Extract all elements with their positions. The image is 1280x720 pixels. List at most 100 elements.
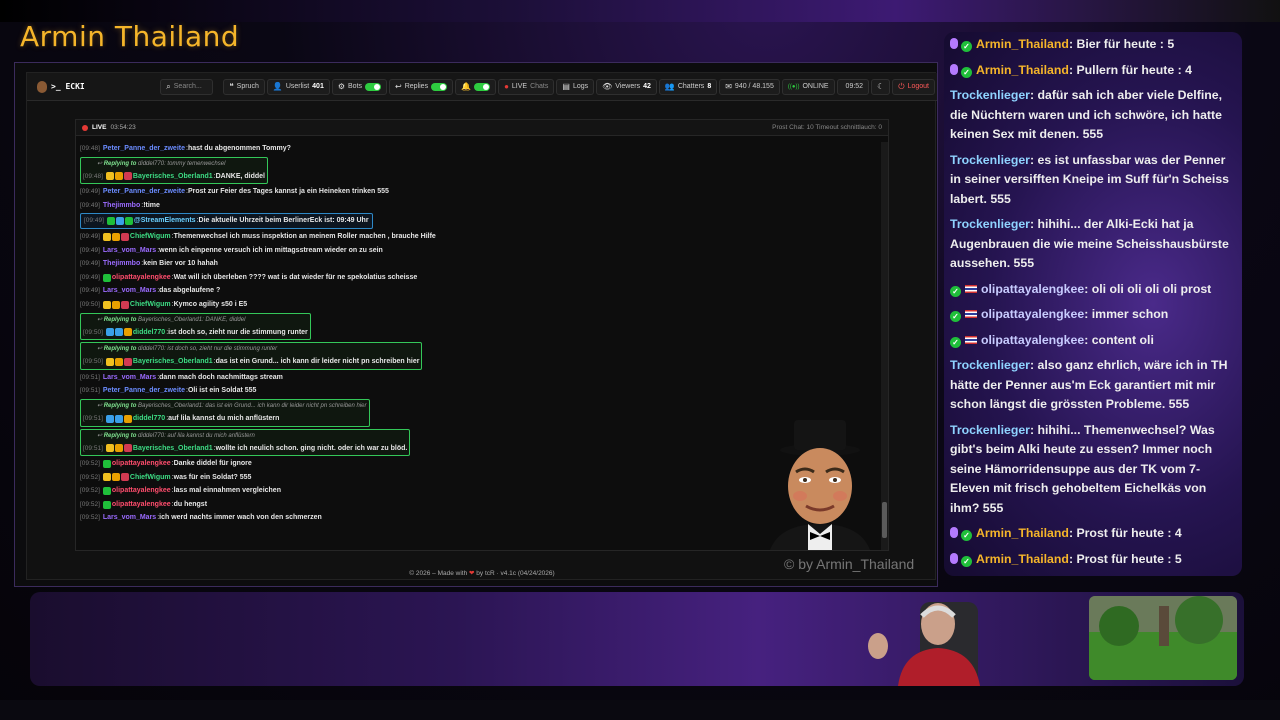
chat-username[interactable]: Bayerisches_Oberland1: [133, 442, 213, 456]
nav-item-bell-icon[interactable]: 🔔: [455, 78, 497, 95]
nav-item-online[interactable]: ((●)) ONLINE: [781, 78, 835, 95]
nav-item-label: Chatters: [677, 83, 705, 90]
user-badge-icon: [106, 217, 115, 226]
overlay-text: : Pullern für heute : 4: [1068, 62, 1192, 77]
chat-username[interactable]: @StreamElements: [134, 214, 196, 228]
chat-username[interactable]: olipattayalengkee: [112, 498, 171, 512]
user-badge-icon: [102, 473, 111, 482]
user-badge-icon: [123, 357, 132, 366]
chat-username[interactable]: Lars_vom_Mars: [103, 511, 156, 525]
nav-item-chatters[interactable]: 👥 Chatters 8: [658, 78, 718, 95]
nav-item-replies[interactable]: ↩ Replies: [389, 78, 454, 95]
nav-item-live[interactable]: ● LIVE Chats: [498, 78, 555, 95]
nav-item-spruch[interactable]: ❝ Spruch: [223, 78, 265, 95]
chat-username[interactable]: ChiefWigum: [130, 230, 171, 244]
nav-item-label: Spruch: [236, 83, 259, 90]
chat-username[interactable]: Bayerisches_Oberland1: [133, 170, 213, 184]
nav-item-viewers[interactable]: 👁 Viewers 42: [596, 78, 657, 95]
top-decoration-band: [0, 0, 1280, 22]
chat-username[interactable]: Thejimmbo: [103, 199, 140, 213]
overlay-chat-message: ✓ Armin_Thailand: Bier für heute : 5: [944, 32, 1242, 58]
timestamp: [09:51]: [83, 444, 103, 452]
nav-item-09-52[interactable]: 09:52: [836, 78, 870, 95]
timestamp: [09:52]: [80, 514, 100, 522]
nav-item-logs[interactable]: ▤ Logs: [556, 78, 595, 95]
chat-text: Kymco agility s50 i E5: [173, 300, 248, 308]
nav-item-label: 09:52: [845, 83, 864, 90]
reply-label: Replying to: [103, 316, 137, 323]
thai-flag-icon: [965, 310, 977, 318]
chat-username[interactable]: ChiefWigum: [130, 471, 171, 485]
verified-icon: ✓: [950, 336, 961, 348]
toggle-switch[interactable]: [431, 82, 448, 91]
timestamp: [09:49]: [80, 273, 100, 281]
user-badge-icon: [105, 328, 114, 337]
reply-message: ↩ Replying to diddel770: ist doch so, zi…: [80, 342, 423, 370]
user-badge-icon: [111, 232, 120, 241]
nav-item-label: Bots: [348, 83, 363, 90]
timestamp: [09:51]: [80, 373, 100, 381]
chat-message: [09:49] @StreamElements: Die aktuelle Uhr…: [84, 214, 369, 228]
chat-username[interactable]: Bayerisches_Oberland1: [133, 355, 213, 369]
chat-username[interactable]: Lars_vom_Mars: [103, 284, 156, 298]
toggle-switch[interactable]: [474, 82, 491, 91]
timestamp: [09:52]: [80, 500, 100, 508]
chat-panel: LIVE 03:54:23 Prost Chat: 10 Timeout sch…: [75, 119, 889, 551]
chat-username[interactable]: olipattayalengkee: [112, 457, 171, 471]
reply-container: ↩ Replying to diddel770: ist doch so, zi…: [80, 341, 880, 371]
user-badge-icon: [105, 414, 114, 423]
bottom-decoration-band: [30, 592, 1244, 686]
user-icon: 👤: [272, 82, 283, 91]
nav-item-userlist[interactable]: 👤 Userlist 401: [266, 78, 330, 95]
nav-item-logout[interactable]: ⏻ Logout: [892, 78, 935, 95]
chat-text: ich werd nachts immer wach von den schme…: [159, 514, 322, 522]
brand[interactable]: >_ ECKI: [37, 80, 150, 93]
nav-item-bots[interactable]: ⚙ Bots: [331, 78, 388, 95]
comment-icon: ❝: [229, 82, 234, 91]
timestamp: [09:49]: [80, 246, 100, 254]
footer-suffix: by tcR · v4.1c (04/24/2026): [476, 570, 555, 577]
reply-container: ↩ Replying to Bayerisches_Oberland1: DAN…: [80, 312, 880, 342]
timestamp: [09:49]: [80, 232, 100, 240]
user-badge-icon: [102, 300, 111, 309]
chat-username[interactable]: diddel770: [133, 326, 165, 340]
chat-message: [09:49] Thejimmbo: !time: [80, 199, 880, 213]
chat-message: [09:51] Bayerisches_Oberland1: wollte ich…: [83, 442, 407, 456]
search-input[interactable]: ⌕ Search...: [160, 78, 214, 95]
chat-username[interactable]: olipattayalengkee: [112, 271, 171, 285]
nav-item-label: ONLINE: [802, 83, 829, 90]
scrollbar-thumb[interactable]: [882, 502, 887, 538]
chat-text: was für ein Soldat? 555: [173, 473, 252, 481]
chat-message: [09:51] Peter_Panne_der_zweite: Oli ist e…: [80, 384, 880, 398]
footer-prefix: © 2026 – Made with: [409, 570, 468, 577]
chat-username[interactable]: olipattayalengkee: [112, 484, 171, 498]
chat-message: [09:49] ChiefWigum: Themenwechsel ich mus…: [80, 230, 880, 244]
nav-item-moon-icon[interactable]: ☾: [871, 78, 891, 95]
timestamp: [09:50]: [83, 358, 103, 366]
reply-message: ↩ Replying to Bayerisches_Oberland1: das…: [80, 398, 370, 427]
uptime: 03:54:23: [110, 124, 136, 131]
chat-username[interactable]: diddel770: [133, 412, 165, 426]
chat-scrollbar[interactable]: [881, 142, 888, 550]
user-badge-icon: [123, 444, 132, 453]
overlay-text: : immer schon: [1084, 307, 1169, 321]
chat-username[interactable]: Peter_Panne_der_zweite: [103, 142, 185, 156]
chat-username[interactable]: Lars_vom_Mars: [103, 244, 156, 258]
chat-text: auf lila kannst du mich anflüstern: [168, 414, 280, 422]
chat-username[interactable]: Thejimmbo: [103, 257, 140, 271]
overlay-username: Armin_Thailand: [976, 526, 1069, 540]
nav-item-940-48-155[interactable]: ✉ 940 / 48.155: [719, 78, 780, 95]
chat-username[interactable]: Peter_Panne_der_zweite: [103, 384, 185, 398]
nav-item-label: Userlist: [285, 83, 310, 90]
user-badge-icon: [123, 328, 132, 337]
overlay-username: Armin_Thailand: [976, 37, 1069, 51]
overlay-chat-message: ✓ Armin_Thailand: Pullern für heute : 4: [944, 58, 1242, 84]
chat-text: Themenwechsel ich muss inspektion an mei…: [173, 232, 436, 240]
chat-username[interactable]: ChiefWigum: [130, 298, 171, 312]
timestamp: [09:52]: [80, 473, 100, 481]
chat-username[interactable]: Peter_Panne_der_zweite: [103, 185, 185, 199]
toggle-switch[interactable]: [365, 82, 382, 91]
heart-icon: ❤: [469, 570, 475, 577]
chat-username[interactable]: Lars_vom_Mars: [103, 371, 156, 385]
overlay-chat-message: ✓ olipattayalengkee: immer schon: [944, 302, 1242, 328]
